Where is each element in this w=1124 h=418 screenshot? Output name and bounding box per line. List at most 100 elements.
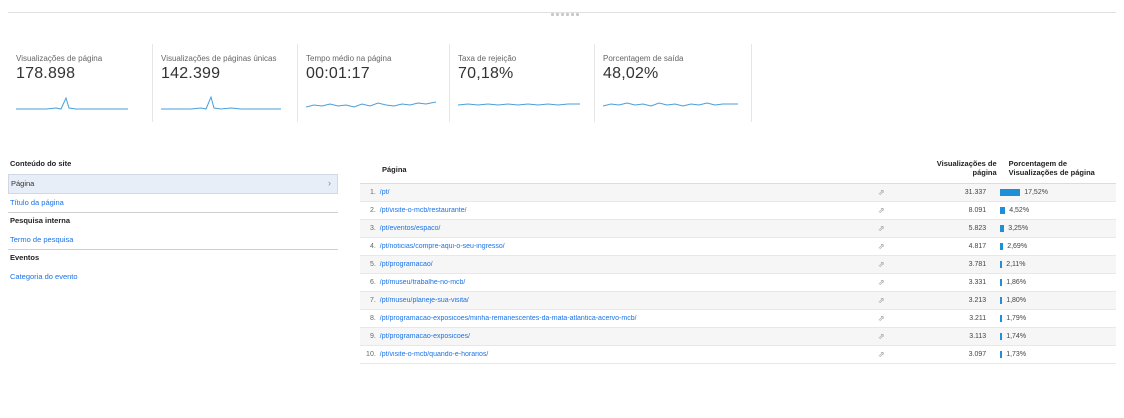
percentage-cell: 2,69% bbox=[986, 243, 1116, 250]
external-link-icon[interactable]: ⇗ bbox=[868, 206, 894, 215]
percentage-value: 1,79% bbox=[1006, 315, 1027, 322]
pageviews-value: 3.213 bbox=[968, 297, 987, 304]
percentage-value: 1,74% bbox=[1006, 333, 1027, 340]
percentage-bar bbox=[1000, 315, 1003, 322]
column-header-pageviews[interactable]: Visualizações de página bbox=[899, 155, 997, 183]
sparkline bbox=[16, 96, 128, 110]
percentage-bar bbox=[1000, 207, 1006, 214]
table-row: 10./pt/visite-o-mcb/quando-e-horarios/⇗ 3… bbox=[360, 346, 1116, 364]
percentage-cell: 1,80% bbox=[986, 297, 1116, 304]
sparkline bbox=[306, 101, 436, 108]
external-link-icon[interactable]: ⇗ bbox=[868, 296, 894, 305]
percentage-bar bbox=[1000, 351, 1003, 358]
metric-pageviews[interactable]: Visualizações de página 178.898 bbox=[8, 44, 153, 122]
percentage-bar bbox=[1000, 279, 1003, 286]
chevron-right-icon: › bbox=[328, 178, 331, 188]
page-link[interactable]: /pt/visite-o-mcb/restaurante/ bbox=[376, 207, 869, 214]
sparkline bbox=[161, 95, 281, 110]
row-index: 6. bbox=[369, 279, 376, 286]
header-line: Visualizações de página bbox=[1008, 168, 1095, 177]
row-index: 10. bbox=[366, 351, 376, 358]
row-index: 8. bbox=[369, 315, 376, 322]
external-link-icon[interactable]: ⇗ bbox=[868, 278, 894, 287]
sparkline bbox=[603, 102, 738, 107]
pageviews-value: 3.113 bbox=[969, 333, 987, 340]
section-title-site-content: Conteúdo do site bbox=[10, 159, 72, 168]
external-link-icon[interactable]: ⇗ bbox=[868, 242, 894, 251]
percentage-cell: 3,25% bbox=[986, 225, 1116, 232]
page-link[interactable]: /pt/ bbox=[376, 189, 869, 196]
percentage-cell: 1,86% bbox=[986, 279, 1116, 286]
table-body: 1./pt/⇗ 31.337 17,52% 2./pt/visite-o-mcb/re… bbox=[360, 184, 1116, 364]
metric-value: 178.898 bbox=[16, 65, 76, 82]
percentage-value: 4,52% bbox=[1009, 207, 1030, 214]
table-row: 6./pt/museu/trabalhe-no-mcb/⇗ 3.331 1,86% bbox=[360, 274, 1116, 292]
metric-value: 142.399 bbox=[161, 65, 221, 82]
percentage-cell: 17,52% bbox=[986, 189, 1116, 196]
metric-label: Porcentagem de saída bbox=[603, 54, 684, 63]
percentage-cell: 2,11% bbox=[986, 261, 1116, 268]
percentage-bar bbox=[1000, 297, 1003, 304]
metric-unique-pageviews[interactable]: Visualizações de páginas únicas 142.399 bbox=[153, 44, 298, 122]
external-link-icon[interactable]: ⇗ bbox=[868, 350, 894, 359]
pages-table: Página Visualizações de página Porcentag… bbox=[360, 155, 1116, 364]
pageviews-value: 3.781 bbox=[968, 261, 987, 268]
page-link[interactable]: /pt/museu/planeje-sua-visita/ bbox=[376, 297, 869, 304]
column-header-page[interactable]: Página bbox=[360, 155, 899, 183]
percentage-value: 17,52% bbox=[1024, 189, 1048, 196]
page-link[interactable]: /pt/programacao/ bbox=[376, 261, 869, 268]
metric-value: 70,18% bbox=[458, 65, 514, 82]
page-link[interactable]: /pt/programacao-exposicoes/ bbox=[376, 333, 869, 340]
sidebar-item-event-category[interactable]: Categoria do evento bbox=[8, 268, 338, 286]
row-index: 9. bbox=[369, 333, 376, 340]
drag-handle[interactable] bbox=[543, 13, 587, 18]
percentage-value: 2,11% bbox=[1006, 261, 1026, 268]
row-index: 4. bbox=[369, 243, 376, 250]
external-link-icon[interactable]: ⇗ bbox=[868, 332, 894, 341]
external-link-icon[interactable]: ⇗ bbox=[868, 224, 894, 233]
external-link-icon[interactable]: ⇗ bbox=[868, 260, 894, 269]
percentage-bar bbox=[1000, 189, 1021, 196]
metric-label: Tempo médio na página bbox=[306, 54, 392, 63]
page-link[interactable]: /pt/programacao-exposicoes/minha-remanes… bbox=[376, 315, 869, 322]
sidebar-item-page[interactable]: Página › bbox=[8, 174, 338, 194]
percentage-cell: 1,79% bbox=[986, 315, 1116, 322]
pageviews-value: 3.097 bbox=[968, 351, 987, 358]
section-title-events: Eventos bbox=[8, 249, 338, 268]
sidebar-item-page-title[interactable]: Título da página bbox=[8, 194, 338, 212]
table-row: 4./pt/noticias/compre-aqui-o-seu-ingress… bbox=[360, 238, 1116, 256]
metric-avg-time[interactable]: Tempo médio na página 00:01:17 bbox=[298, 44, 450, 122]
percentage-value: 1,73% bbox=[1006, 351, 1027, 358]
pageviews-value: 5.823 bbox=[968, 225, 987, 232]
percentage-cell: 4,52% bbox=[986, 207, 1116, 214]
page-link[interactable]: /pt/museu/trabalhe-no-mcb/ bbox=[376, 279, 869, 286]
metric-bounce-rate[interactable]: Taxa de rejeição 70,18% bbox=[450, 44, 595, 122]
pageviews-value: 3.211 bbox=[969, 315, 987, 322]
header-line: Visualizações de bbox=[936, 159, 997, 168]
page-link[interactable]: /pt/noticias/compre-aqui-o-seu-ingresso/ bbox=[376, 243, 869, 250]
external-link-icon[interactable]: ⇗ bbox=[868, 314, 894, 323]
table-row: 9./pt/programacao-exposicoes/⇗ 3.113 1,74% bbox=[360, 328, 1116, 346]
page-link[interactable]: /pt/visite-o-mcb/quando-e-horarios/ bbox=[376, 351, 869, 358]
percentage-value: 1,86% bbox=[1006, 279, 1027, 286]
external-link-icon[interactable]: ⇗ bbox=[868, 188, 894, 197]
sidebar-item-label: Página bbox=[11, 179, 35, 188]
row-index: 5. bbox=[369, 261, 376, 268]
section-title-internal-search: Pesquisa interna bbox=[8, 212, 338, 231]
percentage-value: 3,25% bbox=[1008, 225, 1029, 232]
header-line: página bbox=[972, 168, 997, 177]
page-link[interactable]: /pt/eventos/espaco/ bbox=[376, 225, 869, 232]
percentage-value: 2,69% bbox=[1007, 243, 1028, 250]
metric-label: Visualizações de páginas únicas bbox=[161, 54, 277, 63]
table-row: 8./pt/programacao-exposicoes/minha-reman… bbox=[360, 310, 1116, 328]
row-index: 3. bbox=[369, 225, 376, 232]
column-header-percentage[interactable]: Porcentagem de Visualizações de página bbox=[997, 155, 1116, 183]
table-header: Página Visualizações de página Porcentag… bbox=[360, 155, 1116, 184]
table-row: 7./pt/museu/planeje-sua-visita/⇗ 3.213 1,8… bbox=[360, 292, 1116, 310]
pageviews-value: 31.337 bbox=[964, 189, 987, 196]
sidebar-item-search-term[interactable]: Termo de pesquisa bbox=[8, 231, 338, 249]
table-row: 5./pt/programacao/⇗ 3.781 2,11% bbox=[360, 256, 1116, 274]
percentage-bar bbox=[1000, 261, 1003, 268]
percentage-cell: 1,74% bbox=[986, 333, 1116, 340]
metric-exit-rate[interactable]: Porcentagem de saída 48,02% bbox=[595, 44, 752, 122]
